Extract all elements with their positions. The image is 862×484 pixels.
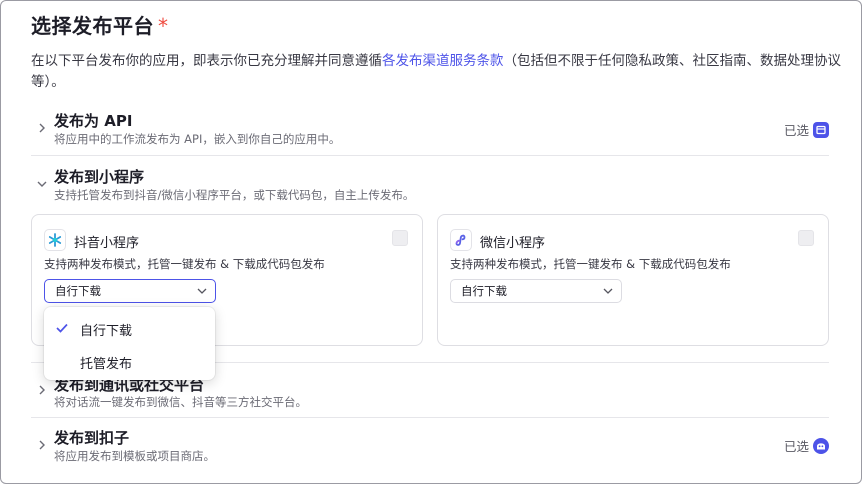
publish-panel: 选择发布平台 * 在以下平台发布你的应用，即表示你已充分理解并同意遵循各发布渠道… bbox=[0, 0, 862, 484]
section-title: 发布到扣子 bbox=[54, 429, 130, 447]
section-subtitle: 支持托管发布到抖音/微信小程序平台，或下载代码包，自主上传发布。 bbox=[54, 188, 415, 202]
douyin-icon bbox=[44, 229, 66, 251]
api-icon bbox=[813, 121, 829, 138]
section-subtitle: 将应用发布到模板或项目商店。 bbox=[54, 449, 215, 463]
select-value: 自行下载 bbox=[55, 284, 101, 298]
terms-description: 在以下平台发布你的应用，即表示你已充分理解并同意遵循各发布渠道服务条款（包括但不… bbox=[31, 51, 841, 93]
chevron-down-icon bbox=[37, 181, 47, 187]
dropdown-option-self-download[interactable]: 自行下载 bbox=[44, 312, 215, 344]
card-title: 抖音小程序 bbox=[74, 236, 140, 251]
option-label: 自行下载 bbox=[80, 324, 133, 339]
option-label: 托管发布 bbox=[80, 357, 133, 372]
card-checkbox[interactable] bbox=[798, 230, 814, 246]
card-title: 微信小程序 bbox=[480, 236, 546, 251]
selected-label: 已选 bbox=[783, 123, 809, 138]
chevron-down-icon bbox=[603, 288, 613, 294]
chevron-right-icon bbox=[39, 385, 45, 395]
section-title: 发布到小程序 bbox=[54, 168, 145, 186]
check-icon bbox=[56, 323, 68, 333]
selected-badge: 已选 bbox=[784, 436, 829, 455]
publish-mode-select[interactable]: 自行下载 bbox=[44, 279, 216, 303]
divider bbox=[31, 155, 829, 156]
terms-link[interactable]: 各发布渠道服务条款 bbox=[382, 53, 504, 69]
required-mark: * bbox=[158, 14, 168, 38]
divider bbox=[31, 417, 829, 418]
section-subtitle: 将对话流一键发布到微信、抖音等三方社交平台。 bbox=[54, 395, 307, 409]
card-description: 支持两种发布模式，托管一键发布 & 下载成代码包发布 bbox=[44, 257, 325, 271]
section-api[interactable]: 发布为 API 将应用中的工作流发布为 API，嵌入到你自己的应用中。 已选 bbox=[31, 105, 831, 155]
chevron-right-icon bbox=[39, 123, 45, 133]
card-checkbox[interactable] bbox=[392, 230, 408, 246]
terms-prefix: 在以下平台发布你的应用，即表示你已充分理解并同意遵循 bbox=[31, 53, 382, 69]
chevron-right-icon bbox=[39, 440, 45, 450]
selected-label: 已选 bbox=[783, 439, 809, 454]
section-title: 发布为 API bbox=[54, 112, 133, 130]
card-description: 支持两种发布模式，托管一键发布 & 下载成代码包发布 bbox=[450, 257, 731, 271]
section-mini-program[interactable]: 发布到小程序 支持托管发布到抖音/微信小程序平台，或下载代码包，自主上传发布。 bbox=[31, 161, 831, 207]
coze-icon bbox=[813, 437, 829, 454]
selected-badge: 已选 bbox=[784, 120, 829, 139]
chevron-down-icon bbox=[197, 288, 207, 294]
section-coze[interactable]: 发布到扣子 将应用发布到模板或项目商店。 已选 bbox=[31, 423, 831, 473]
page-title: 选择发布平台 bbox=[31, 14, 154, 38]
publish-mode-dropdown: 自行下载 托管发布 bbox=[44, 307, 215, 380]
dropdown-option-hosted-publish[interactable]: 托管发布 bbox=[44, 345, 215, 377]
page-title-row: 选择发布平台 * bbox=[31, 10, 168, 39]
publish-mode-select[interactable]: 自行下载 bbox=[450, 279, 622, 303]
wechat-mini-program-card[interactable]: 微信小程序 支持两种发布模式，托管一键发布 & 下载成代码包发布 自行下载 bbox=[437, 214, 829, 346]
wechat-miniprogram-icon bbox=[450, 229, 472, 251]
section-subtitle: 将应用中的工作流发布为 API，嵌入到你自己的应用中。 bbox=[54, 132, 341, 146]
select-value: 自行下载 bbox=[461, 284, 507, 298]
